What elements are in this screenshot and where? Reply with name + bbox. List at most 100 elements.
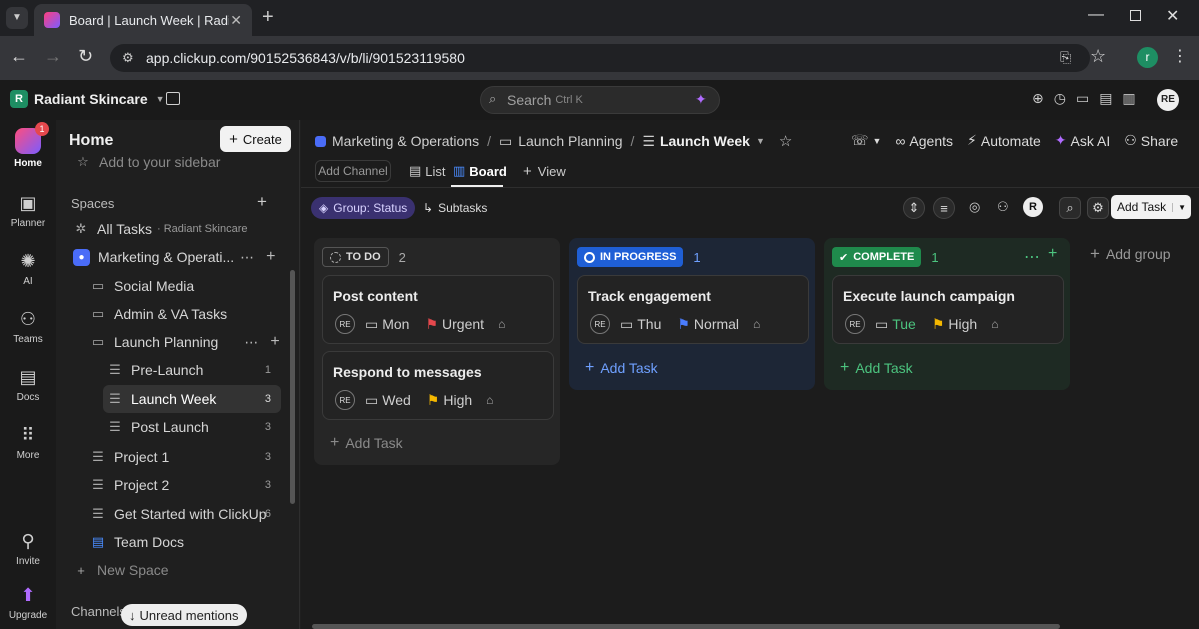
add-task-inline[interactable]: + Add Task [330, 434, 403, 452]
add-task-inline[interactable]: + Add Task [840, 359, 913, 377]
new-tab-icon[interactable]: + [262, 6, 274, 29]
share-button[interactable]: Share [1141, 133, 1178, 149]
reload-icon[interactable]: ↻ [78, 46, 93, 67]
tag-icon[interactable]: ⌂ [486, 393, 493, 407]
assignee-avatar[interactable]: RE [590, 314, 610, 334]
doc-team-docs[interactable]: ▤ Team Docs [90, 528, 333, 556]
list-project-2[interactable]: ☰ Project 2 3 [90, 471, 281, 499]
video-icon[interactable]: ▭ [1076, 90, 1099, 106]
priority[interactable]: Urgent [442, 316, 484, 332]
rail-upgrade[interactable]: ⬆ Upgrade [0, 584, 56, 621]
list-project-1[interactable]: ☰ Project 1 3 [90, 443, 281, 471]
assignee-avatar[interactable]: R [1023, 197, 1043, 217]
priority[interactable]: Normal [694, 316, 739, 332]
column-add-icon[interactable]: + [1048, 245, 1057, 263]
profile-avatar[interactable]: r [1137, 47, 1158, 68]
chevron-down-icon[interactable]: ▼ [756, 136, 765, 146]
list-pre-launch[interactable]: ☰ Pre-Launch 1 [107, 356, 281, 384]
chevron-down-icon[interactable]: ▼ [873, 136, 882, 146]
due-date[interactable]: Wed [382, 392, 411, 408]
browser-tab[interactable]: Board | Launch Week | Radiant S ✕ [34, 4, 252, 36]
folder-launch-planning[interactable]: ▭ Launch Planning ⋯ + [90, 328, 333, 356]
tag-icon[interactable]: ⌂ [753, 317, 760, 331]
breadcrumb-folder[interactable]: Launch Planning [518, 133, 622, 149]
priority[interactable]: High [443, 392, 472, 408]
new-task-icon[interactable]: ⊕ [1032, 90, 1054, 106]
notepad-icon[interactable]: ▤ [1099, 90, 1122, 106]
check-circle-icon[interactable]: ◎ [969, 199, 980, 215]
rail-teams[interactable]: ⚇ Teams [0, 308, 56, 345]
tab-board[interactable]: ▥ Board [453, 163, 507, 179]
sidebar-scrollbar[interactable] [290, 270, 295, 504]
task-card[interactable]: Track engagement RE ▭ Thu ⚑ Normal ⌂ [577, 275, 809, 344]
workspace-switcher[interactable]: R Radiant Skincare ▼ [10, 90, 165, 108]
due-date[interactable]: Tue [892, 316, 916, 332]
add-view-button[interactable]: + View [523, 163, 566, 180]
rail-more[interactable]: ⠿ More [0, 424, 56, 461]
favorite-star-icon[interactable]: ☆ [779, 132, 792, 150]
timer-icon[interactable]: ◷ [1054, 90, 1076, 106]
tag-icon[interactable]: ⌂ [498, 317, 505, 331]
board-horizontal-scrollbar[interactable] [312, 624, 1060, 629]
space-marketing-operations[interactable]: ● Marketing & Operati... ⋯ + [73, 243, 316, 271]
calendar-icon[interactable] [166, 92, 180, 105]
rail-docs[interactable]: ▤ Docs [0, 366, 56, 403]
restore-icon[interactable] [1130, 10, 1141, 21]
add-space-icon[interactable]: + [257, 192, 267, 212]
task-card[interactable]: Respond to messages RE ▭ Wed ⚑ High ⌂ [322, 351, 554, 420]
folder-more-icon[interactable]: ⋯ [244, 334, 258, 351]
breadcrumb-space[interactable]: Marketing & Operations [332, 133, 479, 149]
tab-list[interactable]: ▤ List [409, 163, 446, 179]
add-group-button[interactable]: + Add group [1090, 244, 1171, 264]
tab-list-dropdown-icon[interactable]: ▼ [6, 7, 28, 29]
address-bar[interactable]: ⚙ app.clickup.com/90152536843/v/b/li/901… [110, 44, 1090, 72]
filter-icon[interactable]: ≡ [933, 197, 955, 219]
assignees-icon[interactable]: ⚇ [997, 199, 1009, 215]
due-date[interactable]: Thu [637, 316, 661, 332]
group-by-status-button[interactable]: ◈ Group: Status [311, 197, 416, 219]
due-date[interactable]: Mon [382, 316, 409, 332]
board-settings-icon[interactable]: ⚙ [1087, 197, 1109, 219]
breadcrumb-list[interactable]: Launch Week [660, 133, 750, 149]
assignee-avatar[interactable]: RE [335, 390, 355, 410]
new-space[interactable]: + New Space [73, 556, 316, 584]
list-launch-week[interactable]: ☰ Launch Week 3 [103, 385, 281, 413]
bookmark-star-icon[interactable]: ☆ [1090, 46, 1106, 67]
folder-add-icon[interactable]: + [270, 333, 279, 351]
rail-invite[interactable]: ⚲ Invite [0, 530, 56, 567]
add-task-button[interactable]: Add Task ▼ [1111, 195, 1192, 219]
back-icon[interactable]: ← [10, 46, 28, 67]
status-pill-todo[interactable]: TO DO [322, 247, 389, 267]
column-more-icon[interactable]: ⋯ [1024, 247, 1040, 267]
status-pill-in-progress[interactable]: IN PROGRESS [577, 247, 684, 267]
user-avatar[interactable]: RE [1157, 89, 1179, 111]
space-more-icon[interactable]: ⋯ [240, 249, 254, 266]
unread-mentions-button[interactable]: ↓ Unread mentions [121, 604, 247, 626]
folder-social-media[interactable]: ▭ Social Media [90, 272, 333, 300]
add-to-sidebar[interactable]: ☆ Add to your sidebar [75, 148, 318, 176]
task-card[interactable]: Post content RE ▭ Mon ⚑ Urgent ⌂ [322, 275, 554, 344]
automate-button[interactable]: Automate [981, 133, 1041, 149]
chevron-down-icon[interactable]: ▼ [1172, 202, 1191, 212]
assignee-avatar[interactable]: RE [845, 314, 865, 334]
window-close-icon[interactable]: ✕ [1166, 6, 1179, 26]
expand-collapse-icon[interactable]: ⇕ [903, 197, 925, 219]
status-pill-complete[interactable]: ✔ COMPLETE [832, 247, 922, 267]
list-get-started[interactable]: ☰ Get Started with ClickUp 6 [90, 500, 281, 528]
install-app-icon[interactable]: ⎘ [1060, 49, 1071, 66]
global-search[interactable]: ⌕ Search Ctrl K ✦ [480, 86, 720, 114]
add-channel-button[interactable]: Add Channel [315, 160, 391, 182]
all-tasks[interactable]: ✲ All Tasks · Radiant Skincare [73, 215, 316, 243]
space-add-icon[interactable]: + [266, 248, 275, 266]
ai-sparkle-icon[interactable]: ✦ [695, 91, 707, 108]
priority[interactable]: High [948, 316, 977, 332]
tag-icon[interactable]: ⌂ [991, 317, 998, 331]
site-info-icon[interactable]: ⚙ [122, 50, 134, 66]
call-icon[interactable]: ☏ [851, 132, 869, 149]
tab-close-icon[interactable]: ✕ [230, 12, 242, 29]
dashboard-icon[interactable]: ▥ [1122, 90, 1145, 106]
list-post-launch[interactable]: ☰ Post Launch 3 [107, 413, 281, 441]
ask-ai-button[interactable]: Ask AI [1071, 133, 1111, 149]
browser-menu-icon[interactable]: ⋮ [1172, 46, 1188, 66]
minimize-icon[interactable]: — [1088, 6, 1104, 24]
